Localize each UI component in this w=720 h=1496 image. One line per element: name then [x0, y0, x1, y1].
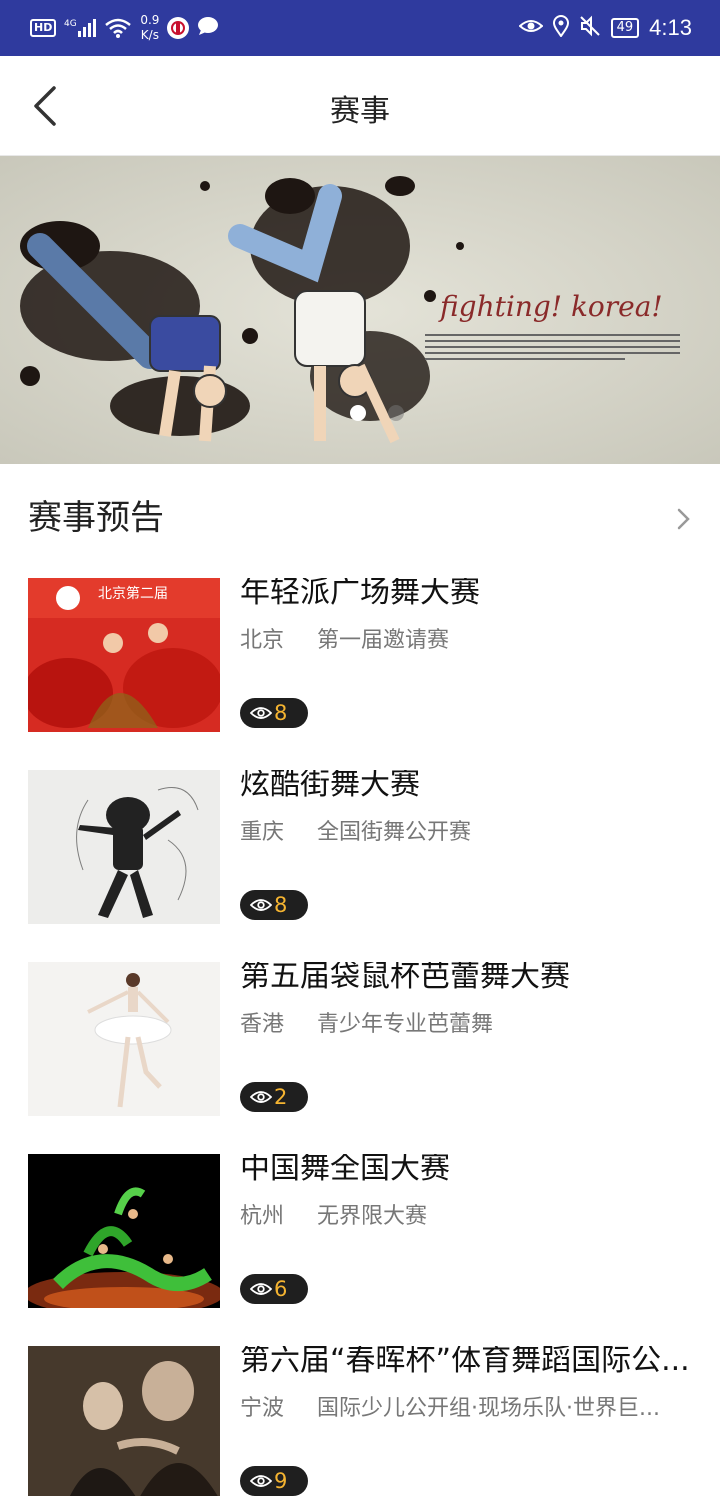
view-count-badge: 2	[240, 1082, 308, 1112]
event-description: 青少年专业芭蕾舞	[317, 1012, 494, 1037]
event-description: 国际少儿公开组·现场乐队·世界巨...	[317, 1396, 660, 1421]
event-description: 无界限大赛	[317, 1204, 428, 1229]
mute-icon	[579, 15, 601, 41]
event-meta: 杭州 无界限大赛	[240, 1198, 692, 1230]
hd-indicator: HD	[30, 19, 57, 37]
bank-app-icon	[167, 17, 190, 39]
svg-text:北京第二届: 北京第二届	[98, 585, 168, 602]
event-item[interactable]: 北京第二届 年轻派广场舞大赛 北京 第一届邀请赛 8	[28, 578, 692, 770]
event-description: 第一届邀请赛	[317, 628, 450, 653]
view-count: 8	[274, 701, 288, 725]
event-item[interactable]: 炫酷街舞大赛 重庆 全国街舞公开赛 8	[28, 770, 692, 962]
eye-icon	[250, 899, 272, 911]
view-count-badge: 8	[240, 698, 308, 728]
view-count-badge: 9	[240, 1466, 308, 1496]
event-item[interactable]: 第五届袋鼠杯芭蕾舞大赛 香港 青少年专业芭蕾舞 2	[28, 962, 692, 1154]
event-city: 重庆	[240, 820, 285, 845]
network-speed: 0.9 K/s	[140, 13, 160, 42]
event-item[interactable]: 第六届“春晖杯”体育舞蹈国际公... 宁波 国际少儿公开组·现场乐队·世界巨..…	[28, 1346, 692, 1496]
message-icon	[197, 16, 219, 40]
event-city: 宁波	[240, 1396, 285, 1421]
section-title: 赛事预告	[28, 498, 164, 538]
view-count: 6	[274, 1277, 288, 1301]
banner-headline: fighting! korea!	[438, 290, 663, 323]
event-title: 第六届“春晖杯”体育舞蹈国际公...	[240, 1346, 690, 1376]
event-city: 北京	[240, 628, 285, 653]
event-title: 炫酷街舞大赛	[240, 770, 420, 800]
event-meta: 重庆 全国街舞公开赛	[240, 814, 692, 846]
event-thumbnail: 北京第二届	[28, 578, 220, 732]
event-thumbnail	[28, 1346, 220, 1496]
event-thumbnail	[28, 962, 220, 1116]
event-meta: 香港 青少年专业芭蕾舞	[240, 1006, 692, 1038]
status-bar: HD 4G 0.9 K/s 49 4:13	[0, 0, 720, 56]
carousel-indicator	[350, 405, 404, 421]
eye-comfort-icon	[518, 17, 544, 39]
location-icon	[552, 15, 569, 41]
event-meta: 北京 第一届邀请赛	[240, 622, 692, 654]
svg-text:4G: 4G	[64, 19, 77, 29]
event-meta: 宁波 国际少儿公开组·现场乐队·世界巨...	[240, 1390, 692, 1422]
event-thumbnail	[28, 1154, 220, 1308]
eye-icon	[250, 1091, 272, 1103]
section-header[interactable]: 赛事预告	[28, 490, 692, 546]
eye-icon	[250, 1283, 272, 1295]
event-city: 杭州	[240, 1204, 285, 1229]
event-city: 香港	[240, 1012, 285, 1037]
carousel-dot-2[interactable]	[388, 405, 404, 421]
carousel-dot-1[interactable]	[350, 405, 366, 421]
view-count-badge: 6	[240, 1274, 308, 1304]
event-list: 北京第二届 年轻派广场舞大赛 北京 第一届邀请赛 8 炫酷街舞大赛 重庆 全国街…	[28, 578, 692, 1496]
eye-icon	[250, 1475, 272, 1487]
app-header: 赛事	[0, 56, 720, 156]
view-count: 8	[274, 893, 288, 917]
event-description: 全国街舞公开赛	[317, 820, 472, 845]
cellular-signal-icon: 4G	[64, 17, 97, 39]
battery-indicator: 49	[610, 18, 640, 38]
page-title: 赛事	[330, 94, 390, 129]
event-thumbnail	[28, 770, 220, 924]
chevron-right-icon[interactable]	[676, 508, 692, 530]
event-title: 第五届袋鼠杯芭蕾舞大赛	[240, 962, 570, 992]
wifi-icon	[104, 17, 132, 39]
event-title: 中国舞全国大赛	[240, 1154, 450, 1184]
view-count: 9	[274, 1469, 288, 1493]
event-title: 年轻派广场舞大赛	[240, 578, 480, 608]
eye-icon	[250, 707, 272, 719]
clock: 4:13	[649, 15, 692, 40]
view-count: 2	[274, 1085, 288, 1109]
view-count-badge: 8	[240, 890, 308, 920]
event-item[interactable]: 中国舞全国大赛 杭州 无界限大赛 6	[28, 1154, 692, 1346]
